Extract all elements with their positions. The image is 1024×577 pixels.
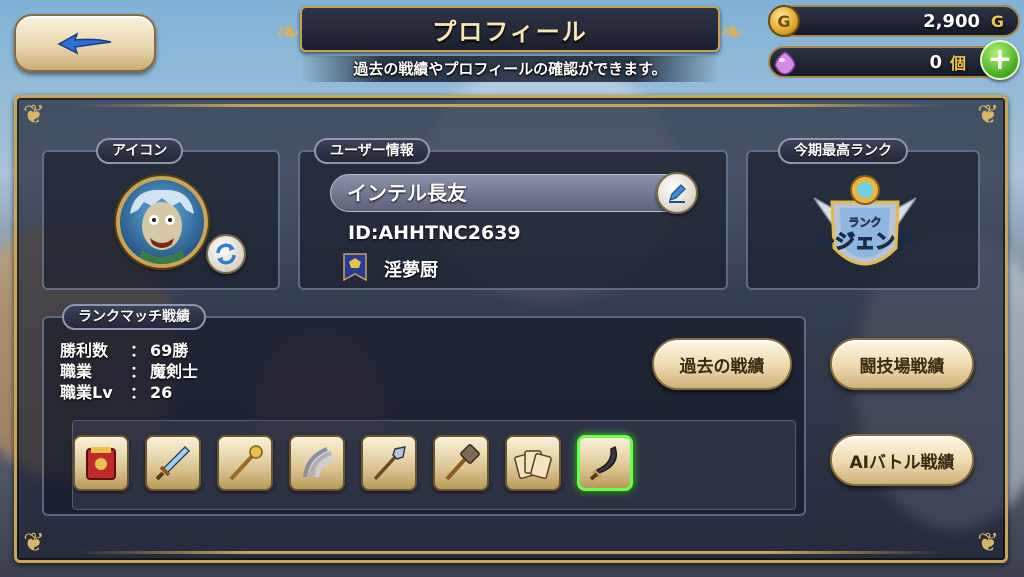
user-info-panel: ユーザー情報 インテル長友 ID:AHHTNC2639 淫夢厨 <box>298 138 728 290</box>
gold-unit: G <box>990 11 1004 31</box>
spear-icon <box>373 446 406 481</box>
weapon-slot-claw[interactable] <box>289 435 345 491</box>
sword-icon <box>155 445 191 481</box>
staff-icon <box>229 445 263 481</box>
gold-coin-icon: G <box>768 5 800 37</box>
avatar[interactable] <box>116 176 208 268</box>
weapon-slot-spear[interactable] <box>361 435 417 491</box>
job-level-value: 26 <box>150 383 173 402</box>
corner-ornament-icon: ❦ <box>977 528 999 558</box>
back-arrow-icon <box>57 32 112 55</box>
weapon-slot-sword[interactable] <box>145 435 201 491</box>
icon-panel: アイコン <box>42 138 280 290</box>
corner-ornament-icon: ❦ <box>23 528 45 558</box>
svg-text:ランク: ランク <box>849 216 882 229</box>
job-value: 魔剣士 <box>150 362 199 381</box>
plus-icon: + <box>987 42 1013 77</box>
svg-text:レジェンド: レジェンド <box>815 229 915 253</box>
cards-icon <box>514 450 552 479</box>
ornament-left-icon: ❧ <box>275 15 301 50</box>
user-name: インテル長友 <box>330 174 686 212</box>
scimitar-icon <box>589 445 617 481</box>
gem-icon <box>770 48 800 78</box>
gold-value: 2,900 <box>923 10 980 32</box>
rank-panel: 今期最高ランク ランク レジェンド <box>746 138 980 290</box>
add-gem-button[interactable]: + <box>980 40 1020 80</box>
refresh-icon <box>216 243 236 265</box>
weapon-slot-tome[interactable] <box>73 435 129 491</box>
stat-row-job: 職業 ： 魔剣士 <box>60 362 199 381</box>
edit-name-button[interactable] <box>656 172 698 214</box>
ornament-right-icon: ❧ <box>719 15 745 50</box>
guild-flag-icon <box>343 253 367 282</box>
gold-counter: G 2,900 G <box>768 5 1020 37</box>
pencil-icon <box>669 184 686 203</box>
old-man-portrait-icon <box>130 189 194 264</box>
stat-row-wins: 勝利数 ： 69勝 <box>60 341 189 360</box>
weapon-tray <box>72 420 796 510</box>
rank-panel-label: 今期最高ランク <box>778 138 908 164</box>
gem-value: 0 <box>929 51 942 73</box>
page-subtitle: 過去の戦績やプロフィールの確認ができます。 <box>300 56 720 82</box>
stats-list: 勝利数 ： 69勝 職業 ： 魔剣士 職業Lv ： 26 <box>60 340 198 403</box>
page-title: プロフィール <box>432 17 588 46</box>
arena-records-button[interactable]: 闘技場戦績 <box>830 338 974 390</box>
rank-match-label: ランクマッチ戦績 <box>62 304 206 330</box>
hammer-icon <box>445 444 480 481</box>
gem-counter: 0 個 <box>768 46 1000 78</box>
weapon-slot-hammer[interactable] <box>433 435 489 491</box>
wins-value: 69勝 <box>150 341 189 360</box>
past-records-button[interactable]: 過去の戦績 <box>652 338 792 390</box>
user-info-label: ユーザー情報 <box>314 138 430 164</box>
back-button[interactable] <box>14 14 156 72</box>
gem-unit: 個 <box>949 54 966 73</box>
corner-ornament-icon: ❦ <box>23 100 45 130</box>
title-bar: ❧ プロフィール ❧ <box>275 6 745 52</box>
ai-battle-records-button[interactable]: AIバトル戦績 <box>830 434 974 486</box>
weapon-slot-scimitar[interactable] <box>577 435 633 491</box>
user-id: ID:AHHTNC2639 <box>348 222 521 244</box>
weapon-slot-cards[interactable] <box>505 435 561 491</box>
guild-name: 淫夢厨 <box>384 260 438 281</box>
icon-panel-label: アイコン <box>96 138 184 164</box>
legend-rank-emblem-icon: ランク レジェンド <box>813 175 917 266</box>
corner-ornament-icon: ❦ <box>977 100 999 130</box>
weapon-slot-staff[interactable] <box>217 435 273 491</box>
tome-icon <box>86 447 116 480</box>
stat-row-job-level: 職業Lv ： 26 <box>60 383 173 402</box>
claw-icon <box>303 447 334 478</box>
change-icon-button[interactable] <box>206 234 246 274</box>
